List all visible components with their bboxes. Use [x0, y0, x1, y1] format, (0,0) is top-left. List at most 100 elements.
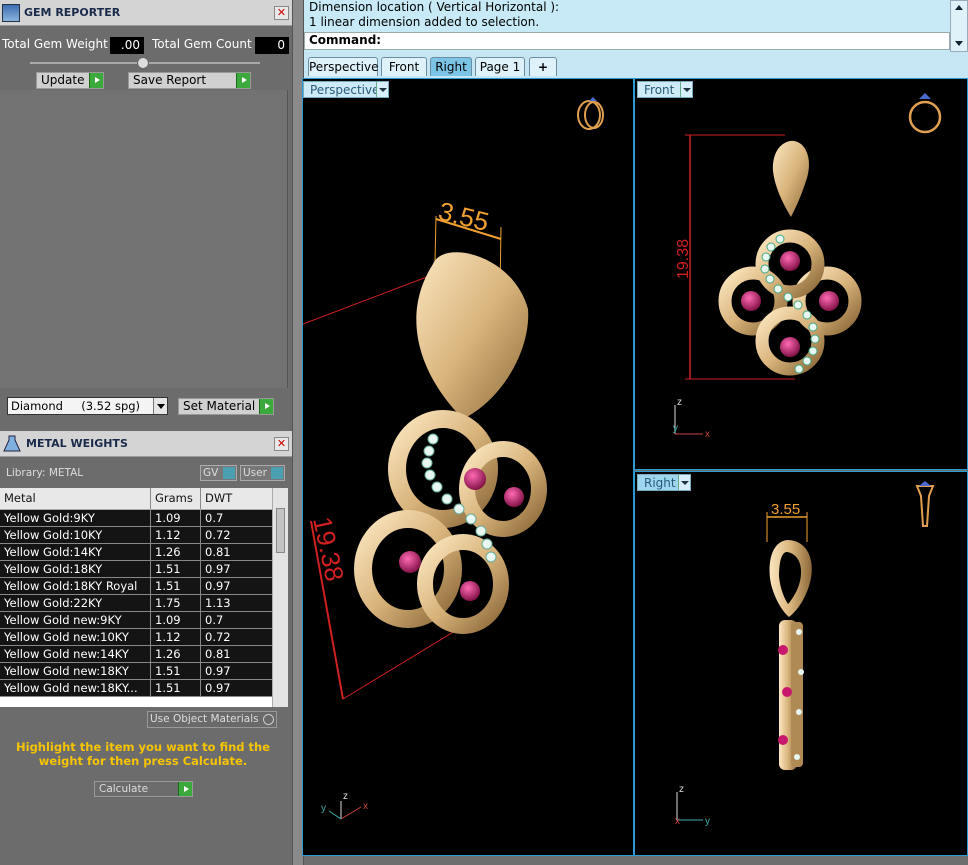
gem-reporter-titlebar: GEM REPORTER ✕	[0, 0, 294, 26]
table-row[interactable]: Yellow Gold:14KY 1.26 0.81	[0, 544, 272, 561]
close-icon[interactable]: ✕	[274, 5, 289, 20]
metal-cell: Yellow Gold new:10KY	[0, 629, 151, 645]
ruby-gem	[819, 291, 839, 311]
scroll-down-icon[interactable]	[955, 41, 963, 46]
table-row[interactable]: Yellow Gold:18KY 1.51 0.97	[0, 561, 272, 578]
table-row[interactable]: Yellow Gold new:10KY 1.12 0.72	[0, 629, 272, 646]
gv-label: GV	[203, 467, 219, 479]
table-row[interactable]: Yellow Gold:18KY Royal 1.51 0.97	[0, 578, 272, 595]
pendant-bail	[416, 252, 529, 419]
add-tab-icon[interactable]: +	[529, 57, 557, 76]
axis-x-label: x	[675, 816, 680, 827]
material-select[interactable]: Diamond (3.52 spg)	[7, 397, 168, 415]
library-label: Library: METAL	[6, 467, 84, 479]
metal-cell: Yellow Gold:18KY	[0, 561, 151, 577]
dimension-label: 3.55	[771, 501, 800, 518]
command-line1: Dimension location ( Vertical Horizontal…	[309, 0, 560, 14]
ring-icon	[577, 97, 604, 130]
total-gem-weight-label: Total Gem Weight	[2, 37, 108, 51]
pendant-profile	[791, 622, 803, 767]
table-row[interactable]: Yellow Gold:22KY 1.75 1.13	[0, 595, 272, 612]
calculate-button[interactable]: Calculate	[94, 781, 193, 797]
ruby-gem	[780, 337, 800, 357]
command-input[interactable]: Command:	[304, 32, 950, 50]
column-header-grams[interactable]: Grams	[151, 488, 201, 509]
gem-list-area[interactable]	[0, 90, 288, 388]
perspective-render: 3.55 19.38 z x y	[303, 97, 604, 820]
viewport-front[interactable]: Front 19.38 z x y	[634, 78, 968, 470]
gem-reporter-controls: Total Gem Weight .00 Total Gem Count 0 U…	[0, 26, 294, 90]
update-button[interactable]: Update	[36, 72, 104, 89]
splitter-handle[interactable]	[137, 57, 149, 69]
table-scrollbar[interactable]	[272, 488, 288, 707]
tab-front[interactable]: Front	[381, 57, 427, 76]
set-material-button[interactable]: Set Material	[178, 398, 274, 415]
total-gem-weight-value: .00	[110, 37, 144, 54]
table-row[interactable]: Yellow Gold:9KY 1.09 0.7	[0, 510, 272, 527]
axis-z-label: z	[679, 784, 684, 795]
axis-y-label: y	[705, 816, 710, 827]
close-icon[interactable]: ✕	[274, 436, 289, 451]
table-row[interactable]: Yellow Gold new:14KY 1.26 0.81	[0, 646, 272, 663]
chevron-down-icon[interactable]	[153, 398, 167, 414]
dwt-cell: 0.97	[205, 579, 231, 593]
table-row[interactable]: Yellow Gold new:9KY 1.09 0.7	[0, 612, 272, 629]
total-gem-count-label: Total Gem Count	[152, 37, 252, 51]
calculate-label: Calculate	[99, 783, 149, 795]
calculate-hint: Highlight the item you want to find the …	[16, 740, 270, 768]
axis-gizmo: z x y	[673, 397, 710, 440]
metal-weights-titlebar: METAL WEIGHTS ✕	[0, 431, 294, 457]
metal-cell: Yellow Gold:9KY	[0, 510, 151, 526]
metal-cell: Yellow Gold:22KY	[0, 595, 151, 611]
dwt-cell: 0.72	[205, 528, 231, 542]
viewport-perspective[interactable]: Perspective 3.55 19.38 z x y	[302, 78, 634, 856]
set-material-label: Set Material	[183, 399, 256, 413]
pendant-bail	[772, 140, 810, 217]
scrollbar-thumb[interactable]	[276, 508, 285, 553]
metal-cell: Yellow Gold:10KY	[0, 527, 151, 543]
toggle-icon	[271, 467, 283, 479]
grams-cell: 1.51	[151, 561, 201, 577]
dwt-cell: 0.7	[205, 613, 224, 627]
tab-right[interactable]: Right	[430, 57, 472, 76]
save-report-button[interactable]: Save Report	[128, 72, 251, 89]
grams-cell: 1.75	[151, 595, 201, 611]
metal-cell: Yellow Gold new:18KY	[0, 663, 151, 679]
ruby-gem	[399, 551, 421, 573]
gem-reporter-icon	[2, 3, 20, 22]
table-row[interactable]: Yellow Gold:10KY 1.12 0.72	[0, 527, 272, 544]
play-icon	[259, 399, 273, 414]
viewport-right[interactable]: Right 3.55 z y x	[634, 471, 968, 856]
tab-page1[interactable]: Page 1	[475, 57, 525, 76]
play-icon	[178, 782, 192, 796]
ruby-gem	[741, 291, 761, 311]
metal-weights-table[interactable]: Metal Grams DWT Yellow Gold:9KY 1.09 0.7 Ye…	[0, 488, 272, 707]
axis-z-label: z	[677, 397, 682, 408]
column-header-metal[interactable]: Metal	[0, 488, 151, 509]
right-render: 3.55 z y x	[675, 481, 935, 827]
axis-y-label: y	[673, 423, 678, 434]
metal-cell: Yellow Gold new:14KY	[0, 646, 151, 662]
command-scrollbar[interactable]	[950, 0, 968, 52]
axis-gizmo: z y x	[675, 784, 710, 827]
flask-icon	[3, 435, 21, 451]
gv-toggle[interactable]: GV	[200, 465, 237, 481]
metal-cell: Yellow Gold new:18KY...	[0, 680, 151, 696]
dwt-cell: 0.97	[205, 664, 231, 678]
grams-cell: 1.12	[151, 629, 201, 645]
dwt-cell: 0.72	[205, 630, 231, 644]
table-row[interactable]: Yellow Gold new:18KY... 1.51 0.97	[0, 680, 272, 697]
material-select-value: Diamond (3.52 spg)	[11, 399, 141, 413]
dimension-label-side: 19.38	[307, 514, 350, 584]
update-label: Update	[41, 73, 85, 87]
grams-cell: 1.26	[151, 646, 201, 662]
user-toggle[interactable]: User	[240, 465, 285, 481]
column-header-dwt[interactable]: DWT	[201, 488, 272, 509]
scroll-up-icon[interactable]	[955, 5, 963, 10]
table-row[interactable]: Yellow Gold new:18KY 1.51 0.97	[0, 663, 272, 680]
use-object-materials-label: Use Object Materials	[150, 713, 259, 725]
use-object-materials-toggle[interactable]: Use Object Materials	[147, 711, 277, 728]
front-render: 19.38 z x y	[673, 93, 942, 440]
axis-gizmo: z x y	[321, 791, 368, 820]
tab-perspective[interactable]: Perspective	[308, 57, 379, 76]
